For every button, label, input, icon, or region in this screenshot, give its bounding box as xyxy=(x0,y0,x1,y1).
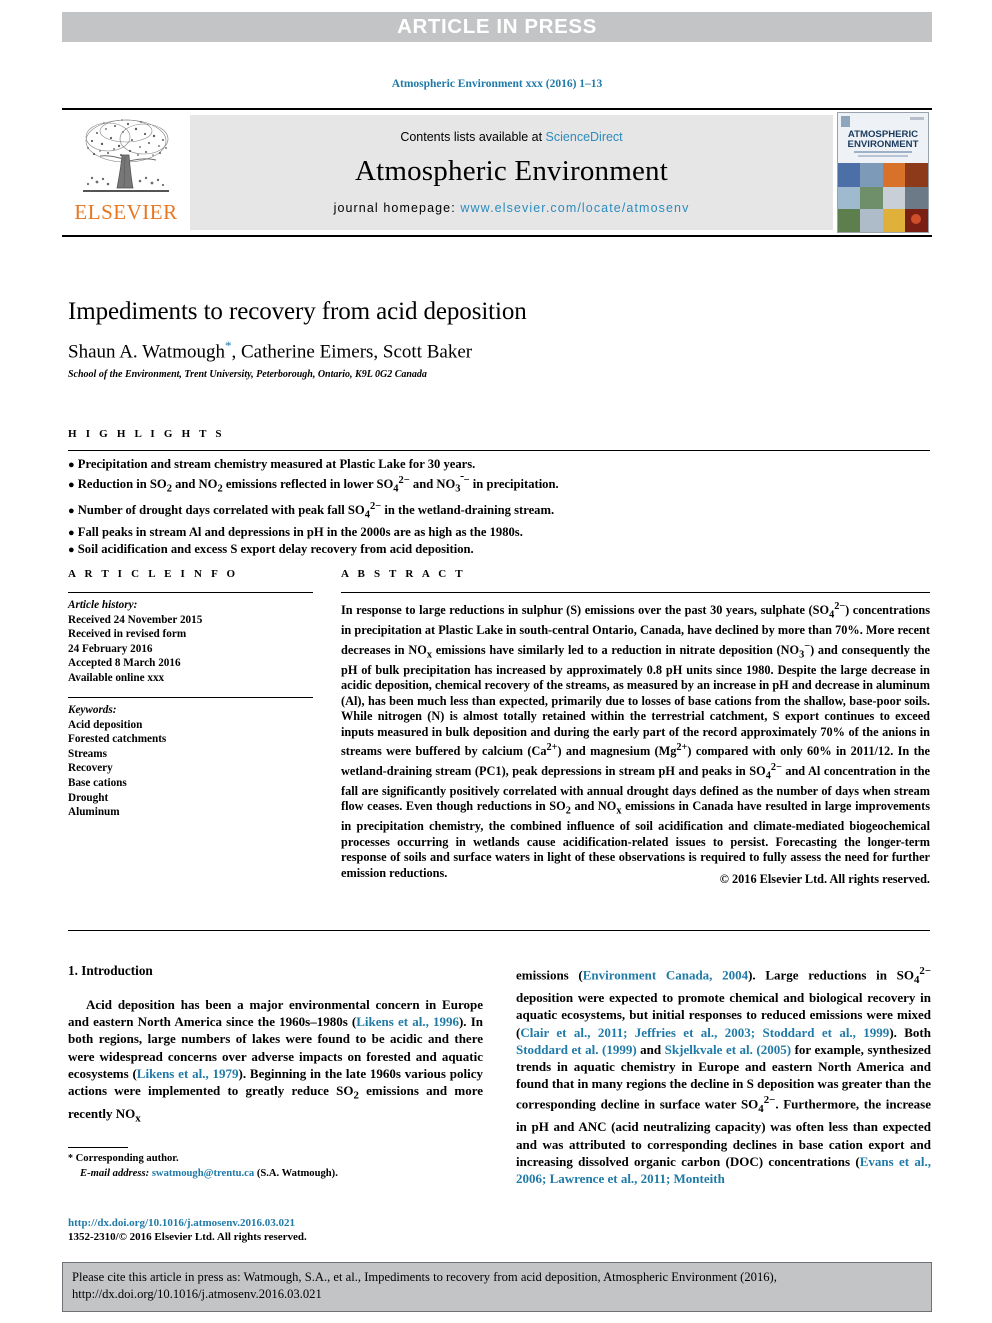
article-history-item: Received in revised form xyxy=(68,628,187,641)
article-history-item: Available online xxx xyxy=(68,671,165,684)
article-info-divider xyxy=(68,592,313,593)
citation-link[interactable]: Stoddard et al. (1999) xyxy=(516,1042,637,1057)
body-column-left: 1. Introduction Acid deposition has been… xyxy=(68,963,483,1128)
citation-link[interactable]: Clair et al., 2011; Jeffries et al., 200… xyxy=(520,1025,889,1040)
keywords-divider xyxy=(68,697,313,698)
keyword-item: Aluminum xyxy=(68,806,120,819)
journal-cover-container: ATMOSPHERIC ENVIRONMENT xyxy=(833,110,932,235)
corresponding-author-text: Corresponding author. xyxy=(75,1153,179,1164)
footnote-divider xyxy=(68,1147,128,1148)
author-list: Shaun A. Watmough*, Catherine Eimers, Sc… xyxy=(68,338,888,363)
issn-copyright-line: 1352-2310/© 2016 Elsevier Ltd. All right… xyxy=(68,1231,307,1243)
citation-link[interactable]: Environment Canada, 2004 xyxy=(583,967,748,982)
body-column-right: emissions (Environment Canada, 2004). La… xyxy=(516,963,931,1187)
article-history-label: Article history: xyxy=(68,599,138,611)
abstract-text: In response to large reductions in sulph… xyxy=(341,601,931,880)
cite-this-article-box: Please cite this article in press as: Wa… xyxy=(62,1262,932,1312)
abstract-copyright: © 2016 Elsevier Ltd. All rights reserved… xyxy=(719,872,930,886)
doi-link[interactable]: http://dx.doi.org/10.1016/j.atmosenv.201… xyxy=(68,1216,488,1230)
highlight-item: ● Soil acidification and excess S export… xyxy=(68,542,474,557)
journal-title: Atmospheric Environment xyxy=(354,155,669,187)
highlight-item: ● Reduction in SO2 and NO2 emissions ref… xyxy=(68,475,559,496)
author-affiliation: School of the Environment, Trent Univers… xyxy=(68,369,427,380)
email-owner: (S.A. Watmough). xyxy=(256,1167,338,1179)
article-in-press-banner: ARTICLE IN PRESS xyxy=(62,12,932,42)
introduction-paragraph-right: emissions (Environment Canada, 2004). La… xyxy=(516,965,932,1187)
highlight-item: ● Number of drought days correlated with… xyxy=(68,500,555,521)
citation-link[interactable]: Evans et al., 2006; Lawrence et al., 201… xyxy=(516,1154,931,1186)
abstract-heading: A B S T R A C T xyxy=(341,568,466,580)
doi-block: http://dx.doi.org/10.1016/j.atmosenv.201… xyxy=(68,1216,488,1244)
highlights-heading: H I G H L I G H T S xyxy=(68,428,225,440)
asterisk-icon: * xyxy=(68,1153,73,1164)
abstract-bottom-divider xyxy=(68,930,930,931)
email-note: E-mail address: swatmough@trentu.ca (S.A… xyxy=(68,1167,488,1182)
highlight-item: ● Precipitation and stream chemistry mea… xyxy=(68,457,476,471)
article-history-block: Article history: Received 24 November 20… xyxy=(68,598,318,686)
author-names-rest: , Catherine Eimers, Scott Baker xyxy=(231,341,473,363)
article-history-item: 24 February 2016 xyxy=(68,642,153,655)
keyword-item: Forested catchments xyxy=(68,733,167,746)
journal-homepage-link[interactable]: www.elsevier.com/locate/atmosenv xyxy=(460,201,689,215)
article-in-press-label: ARTICLE IN PRESS xyxy=(397,15,597,38)
elsevier-wordmark: ELSEVIER xyxy=(74,200,178,224)
email-link[interactable]: swatmough@trentu.ca xyxy=(152,1168,254,1179)
bullet-icon: ● xyxy=(68,544,75,557)
journal-masthead: ELSEVIER Contents lists available at Sci… xyxy=(62,108,932,237)
footnote-block: * Corresponding author. E-mail address: … xyxy=(68,1152,488,1181)
homepage-prefix: journal homepage: xyxy=(333,201,461,215)
bullet-icon: ● xyxy=(68,504,75,517)
citation-link[interactable]: Likens et al., 1996 xyxy=(356,1014,459,1029)
elsevier-logo: ELSEVIER xyxy=(62,110,190,235)
article-history-item: Received 24 November 2015 xyxy=(68,613,203,626)
citation-link[interactable]: Skjelkvale et al. (2005) xyxy=(665,1042,791,1057)
journal-homepage-line: journal homepage: www.elsevier.com/locat… xyxy=(334,201,690,215)
journal-cover-thumbnail: ATMOSPHERIC ENVIRONMENT xyxy=(836,112,929,233)
keyword-item: Streams xyxy=(68,747,107,760)
email-label: E-mail address: xyxy=(80,1167,150,1179)
svg-text:ENVIRONMENT: ENVIRONMENT xyxy=(847,139,918,150)
highlight-item: ● Fall peaks in stream Al and depression… xyxy=(68,524,523,539)
cite-line-1: Please cite this article in press as: Wa… xyxy=(72,1270,777,1284)
contents-list-line: Contents lists available at ScienceDirec… xyxy=(400,130,622,144)
keyword-item: Drought xyxy=(68,791,109,804)
corresponding-author-note: * Corresponding author. xyxy=(68,1152,488,1167)
highlights-list: ● Precipitation and stream chemistry mea… xyxy=(68,456,768,558)
introduction-heading: 1. Introduction xyxy=(68,963,153,978)
author-names: Shaun A. Watmough xyxy=(68,341,225,363)
journal-cover-art: ATMOSPHERIC ENVIRONMENT xyxy=(837,113,928,232)
contents-prefix: Contents lists available at xyxy=(400,130,546,144)
masthead-center: Contents lists available at ScienceDirec… xyxy=(190,115,833,230)
bullet-icon: ● xyxy=(68,479,75,492)
keyword-item: Base cations xyxy=(68,776,127,789)
citation-link[interactable]: Likens et al., 1979 xyxy=(137,1066,239,1081)
keywords-label: Keywords: xyxy=(68,704,117,716)
cite-line-2: http://dx.doi.org/10.1016/j.atmosenv.201… xyxy=(72,1287,322,1301)
sciencedirect-link[interactable]: ScienceDirect xyxy=(546,130,623,144)
highlights-divider xyxy=(68,450,930,451)
paper-title: Impediments to recovery from acid deposi… xyxy=(68,298,527,325)
journal-citation-line: Atmospheric Environment xxx (2016) 1–13 xyxy=(391,78,603,90)
keywords-block: Keywords: Acid deposition Forested catch… xyxy=(68,703,318,820)
introduction-paragraph-left: Acid deposition has been a major environ… xyxy=(68,997,483,1125)
elsevier-tree-icon xyxy=(83,119,169,192)
article-info-heading: A R T I C L E I N F O xyxy=(68,568,239,580)
keyword-item: Recovery xyxy=(68,762,113,775)
bullet-icon: ● xyxy=(68,526,75,539)
abstract-divider xyxy=(341,592,930,593)
bullet-icon: ● xyxy=(68,459,75,471)
keyword-item: Acid deposition xyxy=(68,718,143,731)
article-history-item: Accepted 8 March 2016 xyxy=(68,657,181,670)
